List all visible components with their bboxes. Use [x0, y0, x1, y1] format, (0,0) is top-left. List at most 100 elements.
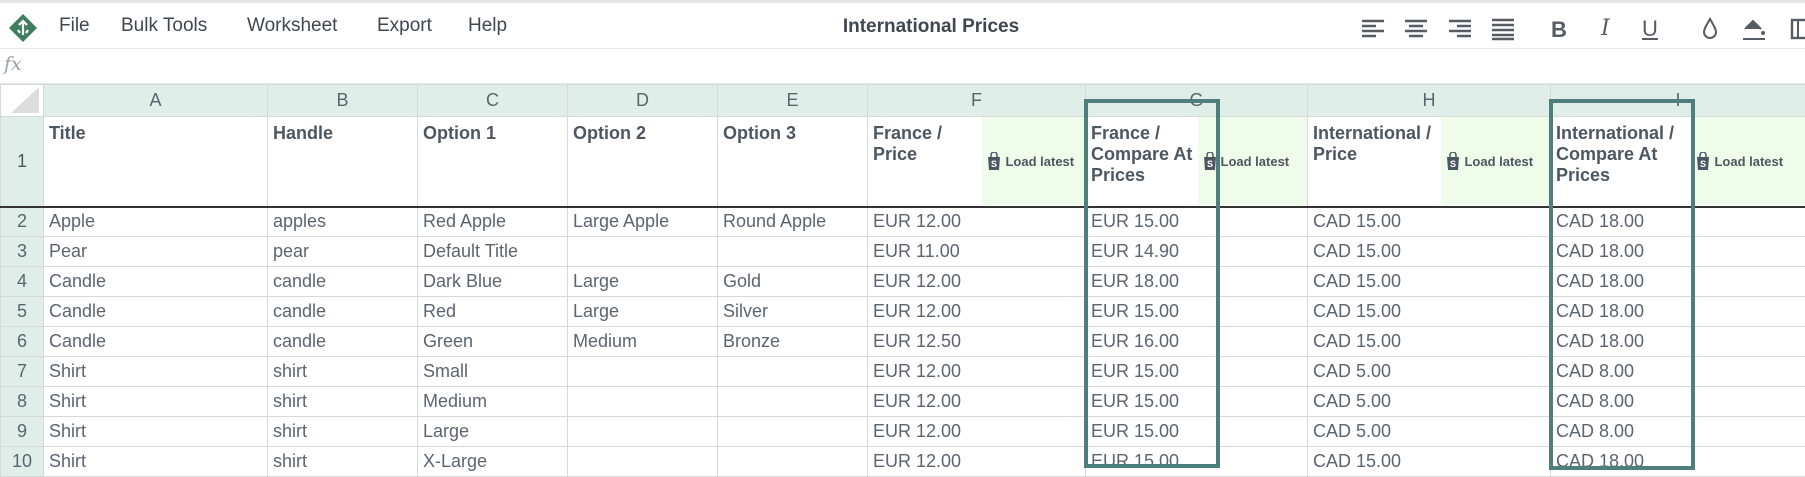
load-latest-button[interactable]: SLoad latest	[1691, 117, 1805, 205]
header-cell-france-compare[interactable]: France / Compare At PricesSLoad latest	[1086, 117, 1308, 207]
cell[interactable]: CAD 5.00	[1308, 387, 1551, 417]
border-icon[interactable]	[1790, 17, 1805, 41]
cell[interactable]: CAD 15.00	[1308, 237, 1551, 267]
cell[interactable]: CAD 18.00	[1551, 237, 1805, 267]
cell[interactable]: Red	[418, 297, 568, 327]
cell[interactable]: EUR 16.00	[1086, 327, 1308, 357]
cell[interactable]: Default Title	[418, 237, 568, 267]
cell[interactable]: CAD 18.00	[1551, 267, 1805, 297]
align-left-icon[interactable]	[1360, 17, 1386, 41]
row-number[interactable]: 9	[1, 417, 44, 447]
row-number[interactable]: 8	[1, 387, 44, 417]
header-cell-international-price[interactable]: International / PriceSLoad latest	[1308, 117, 1551, 207]
cell[interactable]: CAD 15.00	[1308, 267, 1551, 297]
italic-icon[interactable]: I	[1601, 16, 1627, 40]
header-cell-title[interactable]: Title	[44, 117, 268, 207]
cell[interactable]: Candle	[44, 297, 268, 327]
column-header-h[interactable]: H	[1308, 85, 1551, 117]
cell[interactable]: X-Large	[418, 447, 568, 477]
cell[interactable]: CAD 8.00	[1551, 387, 1805, 417]
cell[interactable]: EUR 12.50	[868, 327, 1086, 357]
cell[interactable]: Medium	[418, 387, 568, 417]
cell[interactable]: Shirt	[44, 417, 268, 447]
cell[interactable]: Shirt	[44, 357, 268, 387]
cell[interactable]: candle	[268, 327, 418, 357]
column-header-c[interactable]: C	[418, 85, 568, 117]
cell[interactable]: Shirt	[44, 447, 268, 477]
cell[interactable]: Large	[568, 267, 718, 297]
cell[interactable]: Large Apple	[568, 207, 718, 237]
cell[interactable]: EUR 12.00	[868, 387, 1086, 417]
cell[interactable]: EUR 12.00	[868, 267, 1086, 297]
cell[interactable]: Large	[418, 417, 568, 447]
cell[interactable]: apples	[268, 207, 418, 237]
cell[interactable]	[718, 357, 868, 387]
row-number[interactable]: 6	[1, 327, 44, 357]
cell[interactable]: Apple	[44, 207, 268, 237]
cell[interactable]: EUR 14.90	[1086, 237, 1308, 267]
load-latest-button[interactable]: SLoad latest	[1441, 117, 1550, 205]
cell[interactable]: EUR 12.00	[868, 447, 1086, 477]
cell[interactable]: Silver	[718, 297, 868, 327]
column-header-i[interactable]: I	[1551, 85, 1805, 117]
cell[interactable]: candle	[268, 297, 418, 327]
cell[interactable]	[568, 447, 718, 477]
cell[interactable]: Red Apple	[418, 207, 568, 237]
cell[interactable]: pear	[268, 237, 418, 267]
cell[interactable]: Medium	[568, 327, 718, 357]
cell[interactable]: CAD 15.00	[1308, 297, 1551, 327]
row-number[interactable]: 7	[1, 357, 44, 387]
cell[interactable]: shirt	[268, 387, 418, 417]
formula-bar[interactable]: fx	[0, 49, 1805, 84]
align-center-icon[interactable]	[1403, 17, 1429, 41]
cell[interactable]: Large	[568, 297, 718, 327]
cell[interactable]: CAD 15.00	[1308, 447, 1551, 477]
cell[interactable]: EUR 12.00	[868, 297, 1086, 327]
cell[interactable]: CAD 18.00	[1551, 447, 1805, 477]
select-all-corner[interactable]	[1, 85, 44, 117]
cell[interactable]	[718, 237, 868, 267]
header-cell-handle[interactable]: Handle	[268, 117, 418, 207]
cell[interactable]: Shirt	[44, 387, 268, 417]
cell[interactable]	[718, 417, 868, 447]
cell[interactable]: Pear	[44, 237, 268, 267]
cell[interactable]	[568, 237, 718, 267]
column-header-b[interactable]: B	[268, 85, 418, 117]
column-header-e[interactable]: E	[718, 85, 868, 117]
cell[interactable]: CAD 15.00	[1308, 327, 1551, 357]
cell[interactable]: Green	[418, 327, 568, 357]
cell[interactable]: Small	[418, 357, 568, 387]
cell[interactable]: EUR 15.00	[1086, 207, 1308, 237]
cell[interactable]: CAD 8.00	[1551, 357, 1805, 387]
cell[interactable]: EUR 15.00	[1086, 357, 1308, 387]
cell[interactable]: EUR 15.00	[1086, 297, 1308, 327]
cell[interactable]: EUR 18.00	[1086, 267, 1308, 297]
fill-color-icon[interactable]	[1741, 17, 1767, 41]
cell[interactable]: CAD 18.00	[1551, 207, 1805, 237]
header-cell-france-price[interactable]: France / PriceSLoad latest	[868, 117, 1086, 207]
cell[interactable]	[718, 387, 868, 417]
cell[interactable]: EUR 15.00	[1086, 447, 1308, 477]
cell[interactable]: shirt	[268, 417, 418, 447]
cell[interactable]: shirt	[268, 357, 418, 387]
load-latest-button[interactable]: SLoad latest	[982, 117, 1085, 205]
header-cell-option3[interactable]: Option 3	[718, 117, 868, 207]
header-cell-option2[interactable]: Option 2	[568, 117, 718, 207]
row-number[interactable]: 10	[1, 447, 44, 477]
cell[interactable]: Dark Blue	[418, 267, 568, 297]
cell[interactable]: Candle	[44, 327, 268, 357]
underline-icon[interactable]: U	[1642, 16, 1668, 40]
row-number[interactable]: 2	[1, 207, 44, 237]
row-number[interactable]: 5	[1, 297, 44, 327]
cell[interactable]: CAD 5.00	[1308, 417, 1551, 447]
cell[interactable]: EUR 15.00	[1086, 417, 1308, 447]
cell[interactable]: Round Apple	[718, 207, 868, 237]
cell[interactable]: Bronze	[718, 327, 868, 357]
row-number[interactable]: 3	[1, 237, 44, 267]
bold-icon[interactable]: B	[1551, 17, 1577, 41]
cell[interactable]: CAD 18.00	[1551, 297, 1805, 327]
cell[interactable]: CAD 5.00	[1308, 357, 1551, 387]
cell[interactable]: CAD 18.00	[1551, 327, 1805, 357]
cell[interactable]	[568, 387, 718, 417]
column-header-d[interactable]: D	[568, 85, 718, 117]
